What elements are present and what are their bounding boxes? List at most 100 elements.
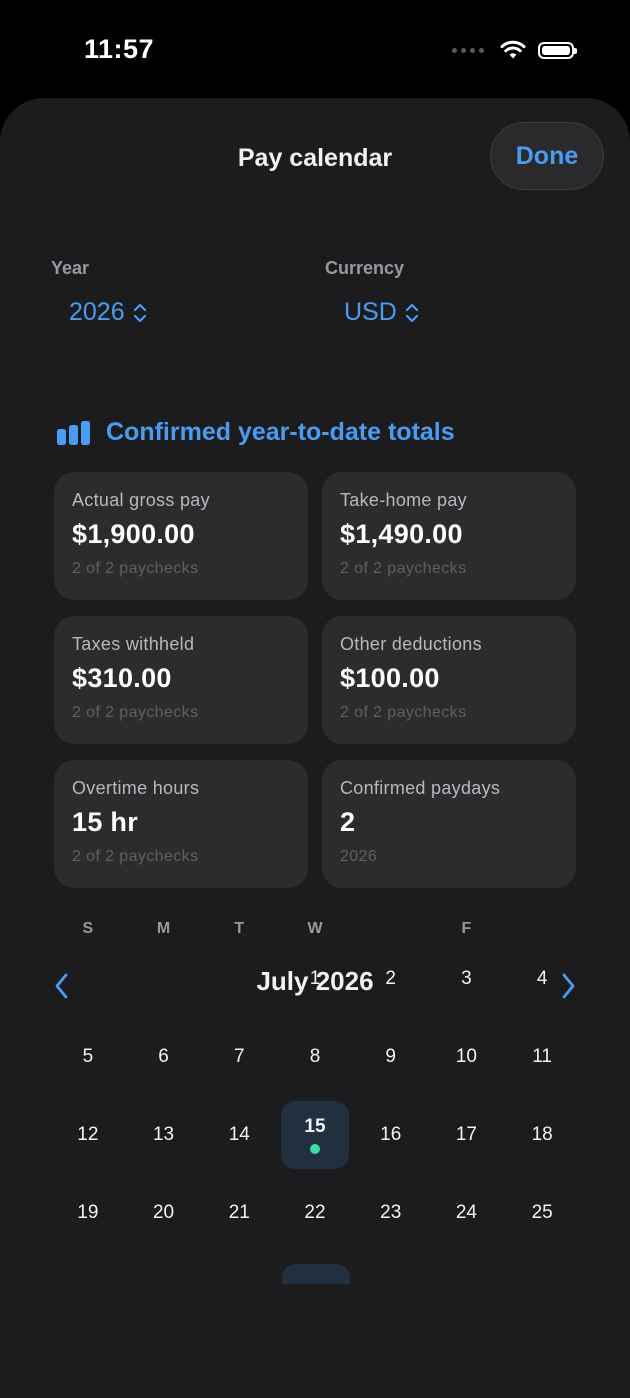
payday-dot-icon <box>309 1144 320 1154</box>
weekday-label: W <box>307 920 323 937</box>
calendar-day[interactable]: 19 <box>50 1174 126 1252</box>
card-value: $310.00 <box>72 663 172 693</box>
day-number: 22 <box>304 1202 326 1223</box>
calendar-day[interactable]: 18 <box>504 1096 580 1174</box>
bar-chart-icon <box>57 420 90 445</box>
calendar-day[interactable]: 9 <box>353 1018 429 1096</box>
calendar-day[interactable]: 5 <box>50 1018 126 1096</box>
day-number: 15 <box>304 1116 326 1137</box>
calendar-day[interactable]: 12 <box>50 1096 126 1174</box>
summary-cards: Actual gross pay $1,900.00 2 of 2 paycheck… <box>54 472 576 888</box>
day-number: 8 <box>309 1046 321 1067</box>
calendar-day[interactable]: 25 <box>504 1174 580 1252</box>
calendar-cell-partial <box>282 1264 350 1284</box>
day-number: 11 <box>532 1046 552 1067</box>
card-subtitle: 2 of 2 paychecks <box>340 560 467 577</box>
chevron-up-down-icon <box>405 302 419 324</box>
summary-card: Actual gross pay $1,900.00 2 of 2 paycheck… <box>54 472 308 600</box>
cellular-signal-icon <box>452 47 484 53</box>
summary-card: Overtime hours 15 hr 2 of 2 paychecks <box>54 760 308 888</box>
card-label: Other deductions <box>340 634 482 654</box>
year-picker[interactable]: 2026 <box>69 298 147 327</box>
day-number: 18 <box>531 1124 553 1145</box>
summary-card: Taxes withheld $310.00 2 of 2 paychecks <box>54 616 308 744</box>
card-value: $1,900.00 <box>72 519 195 549</box>
calendar-day[interactable]: 15 <box>277 1096 353 1174</box>
calendar-day[interactable]: 22 <box>277 1174 353 1252</box>
day-number: 19 <box>77 1202 99 1223</box>
day-number: 7 <box>233 1046 245 1067</box>
calendar-day[interactable]: 14 <box>201 1096 277 1174</box>
currency-value: USD <box>344 298 397 326</box>
currency-label: Currency <box>325 258 405 278</box>
wifi-icon <box>500 40 526 59</box>
weekday-label <box>353 920 429 938</box>
calendar-day[interactable]: 3 <box>429 940 505 1018</box>
card-label: Take-home pay <box>340 490 467 510</box>
calendar-day[interactable]: 10 <box>429 1018 505 1096</box>
card-value: 15 hr <box>72 807 139 837</box>
card-value: $100.00 <box>340 663 440 693</box>
status-time: 11:57 <box>84 34 155 64</box>
card-subtitle: 2 of 2 paychecks <box>72 560 199 577</box>
year-value: 2026 <box>69 298 125 326</box>
card-value: $1,490.00 <box>340 519 463 549</box>
chevron-up-down-icon <box>133 302 147 324</box>
day-number: 10 <box>455 1046 477 1067</box>
calendar-day[interactable]: 11 <box>504 1018 580 1096</box>
calendar-day[interactable]: 23 <box>353 1174 429 1252</box>
card-label: Taxes withheld <box>72 634 195 654</box>
day-number: 2 <box>385 968 396 989</box>
calendar-day[interactable]: 1 <box>277 940 353 1018</box>
summary-card: Other deductions $100.00 2 of 2 paychecks <box>322 616 576 744</box>
weekday-label <box>504 920 580 938</box>
battery-icon <box>538 41 577 59</box>
status-bar: 11:57 <box>0 0 630 96</box>
day-number: 5 <box>82 1046 94 1067</box>
card-label: Overtime hours <box>72 778 200 798</box>
year-label: Year <box>51 258 90 278</box>
section-header: Confirmed year-to-date totals <box>56 418 455 447</box>
calendar-day[interactable]: 4 <box>504 940 580 1018</box>
weekday-label: S <box>82 920 94 937</box>
card-subtitle: 2 of 2 paychecks <box>340 704 467 721</box>
card-subtitle: 2026 <box>340 848 378 865</box>
card-subtitle: 2 of 2 paychecks <box>72 704 199 721</box>
day-number: 21 <box>228 1202 250 1223</box>
calendar-day[interactable]: 8 <box>277 1018 353 1096</box>
day-number: 6 <box>158 1046 169 1067</box>
day-number: 24 <box>455 1202 477 1223</box>
weekday-header: SMTWF <box>50 920 580 938</box>
day-number: 16 <box>380 1124 402 1145</box>
calendar-day[interactable]: 21 <box>201 1174 277 1252</box>
done-button[interactable]: Done <box>490 122 604 190</box>
day-number: 25 <box>531 1202 553 1223</box>
calendar-day[interactable]: 20 <box>126 1174 202 1252</box>
day-number: 9 <box>385 1046 396 1067</box>
day-number: 23 <box>380 1202 402 1223</box>
calendar-blank <box>126 940 202 1018</box>
weekday-label: F <box>461 920 472 937</box>
calendar-day[interactable]: 2 <box>353 940 429 1018</box>
card-subtitle: 2 of 2 paychecks <box>72 848 199 865</box>
section-title: Confirmed year-to-date totals <box>106 418 455 446</box>
currency-picker[interactable]: USD <box>344 298 419 327</box>
calendar-day[interactable]: 17 <box>429 1096 505 1174</box>
calendar-day[interactable]: 16 <box>353 1096 429 1174</box>
weekday-label: M <box>156 920 171 937</box>
card-label: Actual gross pay <box>72 490 210 510</box>
calendar-day[interactable]: 24 <box>429 1174 505 1252</box>
calendar-day[interactable]: 13 <box>126 1096 202 1174</box>
day-number: 1 <box>309 968 321 989</box>
day-number: 3 <box>461 968 472 989</box>
calendar-day[interactable]: 6 <box>126 1018 202 1096</box>
day-number: 4 <box>536 968 548 989</box>
card-label: Confirmed paydays <box>340 778 501 798</box>
weekday-label: T <box>234 920 245 937</box>
day-number: 12 <box>77 1124 99 1145</box>
calendar-grid: 1 2 3 4 5 6 7 8 9 10 11 12 13 14 15 16 17 18 19 20 21 22 23 24 2… <box>50 940 580 1252</box>
calendar-day[interactable]: 7 <box>201 1018 277 1096</box>
calendar-blank <box>201 940 277 1018</box>
day-number: 17 <box>455 1124 477 1145</box>
summary-card: Take-home pay $1,490.00 2 of 2 paychecks <box>322 472 576 600</box>
